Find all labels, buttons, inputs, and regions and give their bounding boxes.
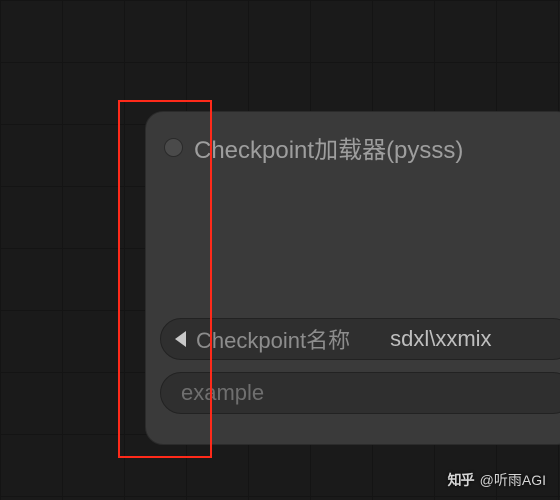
combo-value: sdxl\xxmix [390, 326, 491, 352]
node-widgets: Checkpoint名称 sdxl\xxmix example [160, 318, 560, 414]
output-port-icon[interactable] [164, 138, 183, 157]
combo-label: Checkpoint名称 [196, 323, 350, 355]
node-title: Checkpoint加载器(pysss) [194, 130, 463, 165]
chevron-left-icon[interactable] [175, 331, 186, 347]
checkpoint-name-combo[interactable]: Checkpoint名称 sdxl\xxmix [160, 318, 560, 360]
node-header[interactable]: Checkpoint加载器(pysss) [146, 112, 560, 165]
zhihu-logo-icon: 知乎 [448, 470, 474, 490]
watermark-text: @听雨AGI [480, 470, 546, 490]
watermark: 知乎 @听雨AGI [448, 470, 546, 490]
text-placeholder: example [181, 380, 264, 406]
checkpoint-loader-node[interactable]: Checkpoint加载器(pysss) Checkpoint名称 sdxl\x… [145, 111, 560, 445]
example-text-input[interactable]: example [160, 372, 560, 414]
